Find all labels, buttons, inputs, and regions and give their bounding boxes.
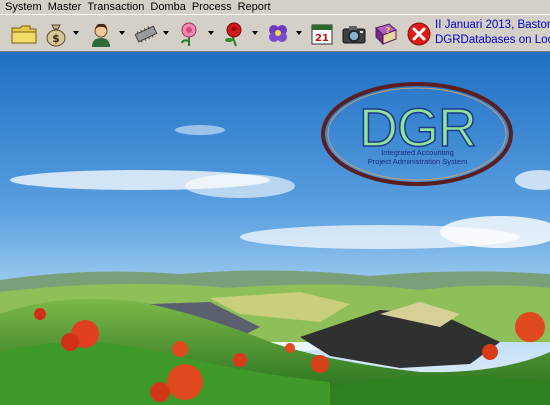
red-rose-icon <box>225 22 242 47</box>
desktop-background: DGR Integrated Accounting Project Admini… <box>0 52 550 405</box>
calendar-button[interactable]: 21 <box>306 18 338 50</box>
svg-text:?: ? <box>386 26 391 35</box>
close-icon <box>407 22 431 46</box>
calendar-icon: 21 <box>311 24 333 45</box>
pink-flower-dropdown-arrow[interactable] <box>208 31 214 35</box>
toolbar: $ 21 ? II Januari 2013, Bastomi DGRDatab… <box>0 14 550 52</box>
help-button[interactable]: ? <box>370 18 402 50</box>
dgr-logo: DGR Integrated Accounting Project Admini… <box>320 80 515 188</box>
person-icon <box>92 23 110 47</box>
money-dropdown-arrow[interactable] <box>73 31 79 35</box>
red-rose-dropdown-arrow[interactable] <box>252 31 258 35</box>
purple-flower-icon <box>269 25 287 42</box>
pink-flower-button[interactable] <box>173 18 205 50</box>
pink-flower-icon <box>181 22 197 46</box>
menu-system[interactable]: System <box>0 0 45 14</box>
red-rose-button[interactable] <box>218 18 250 50</box>
open-folder-button[interactable] <box>8 18 40 50</box>
menu-transaction[interactable]: Transaction <box>84 0 147 14</box>
person-dropdown-arrow[interactable] <box>119 31 125 35</box>
chip-button[interactable] <box>130 18 162 50</box>
help-book-icon: ? <box>375 23 397 46</box>
purple-flower-dropdown-arrow[interactable] <box>296 31 302 35</box>
folder-icon <box>11 25 37 44</box>
menu-process[interactable]: Process <box>189 0 235 14</box>
chip-icon <box>134 25 158 43</box>
session-status: II Januari 2013, Bastomi DGRDatabases on… <box>435 18 550 48</box>
money-button[interactable]: $ <box>40 18 72 50</box>
menu-master[interactable]: Master <box>45 0 85 14</box>
purple-flower-button[interactable] <box>262 18 294 50</box>
status-date-user: II Januari 2013, Bastomi <box>435 19 550 31</box>
exit-button[interactable] <box>403 18 435 50</box>
menu-domba[interactable]: Domba <box>147 0 188 14</box>
calendar-day: 21 <box>315 33 329 44</box>
status-database: DGRDatabases on Local <box>435 34 550 46</box>
money-bag-icon: $ <box>46 24 66 47</box>
camera-icon <box>342 26 366 44</box>
person-button[interactable] <box>85 18 117 50</box>
chip-dropdown-arrow[interactable] <box>163 31 169 35</box>
logo-subtitle-2: Project Administration System <box>367 157 468 166</box>
menu-report[interactable]: Report <box>235 0 274 14</box>
camera-button[interactable] <box>338 18 370 50</box>
svg-text:$: $ <box>52 32 60 45</box>
menu-bar: System Master Transaction Domba Process … <box>0 0 550 14</box>
logo-subtitle-1: Integrated Accounting <box>381 148 454 157</box>
